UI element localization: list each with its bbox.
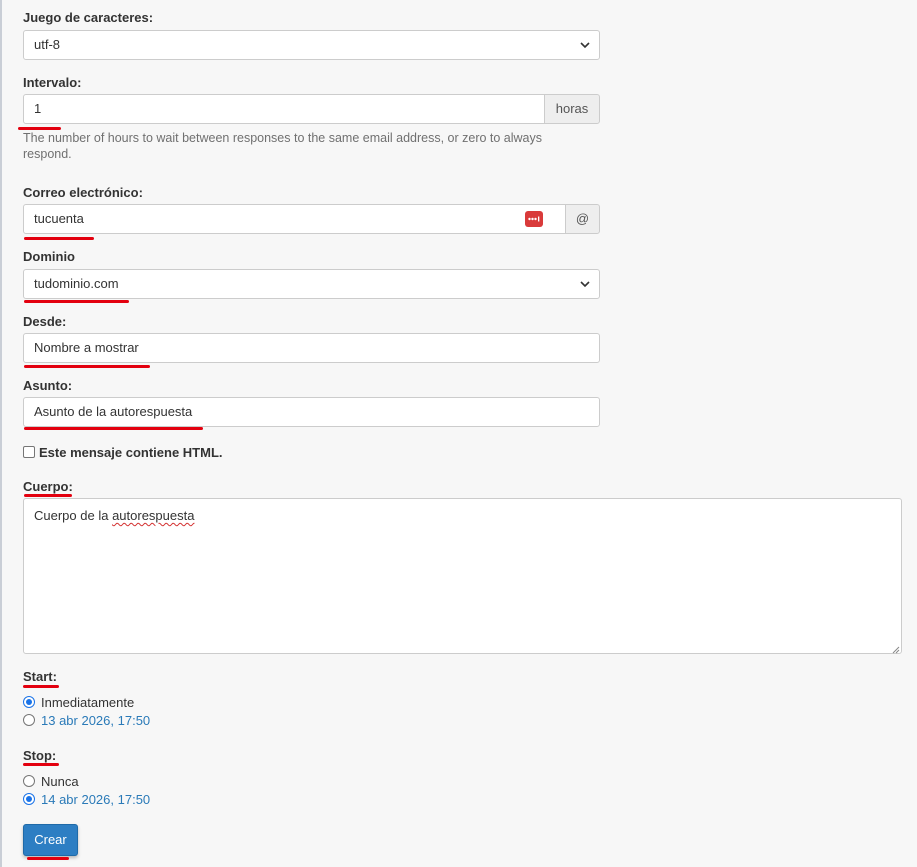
radio-button[interactable]: [23, 793, 35, 805]
annotation-underline: [23, 685, 59, 688]
start-label: Start:: [23, 669, 57, 684]
annotation-underline: [27, 857, 69, 860]
html-checkbox[interactable]: [23, 446, 35, 458]
annotation-underline: [24, 494, 72, 497]
from-value: Nombre a mostrar: [34, 340, 139, 355]
charset-label: Juego de caracteres:: [23, 10, 154, 25]
chevron-down-icon: [579, 31, 591, 59]
subject-input[interactable]: Asunto de la autorespuesta: [23, 397, 600, 427]
stop-option-date[interactable]: 14 abr 2026, 17:50: [23, 791, 150, 807]
domain-value: tudominio.com: [34, 276, 119, 291]
email-input[interactable]: tucuenta: [23, 204, 566, 234]
radio-button[interactable]: [23, 696, 35, 708]
annotation-underline: [24, 237, 94, 240]
stop-option-label: 14 abr 2026, 17:50: [41, 791, 151, 807]
left-border: [0, 0, 2, 867]
body-text-prefix: Cuerpo de la: [34, 508, 113, 523]
from-input[interactable]: Nombre a mostrar: [23, 333, 600, 363]
radio-button[interactable]: [23, 714, 35, 726]
body-label: Cuerpo:: [23, 479, 73, 494]
annotation-underline: [24, 427, 203, 430]
charset-select[interactable]: utf-8: [23, 30, 600, 60]
start-option-label: 13 abr 2026, 17:50: [41, 712, 151, 728]
subject-label: Asunto:: [23, 378, 73, 393]
from-label: Desde:: [23, 314, 67, 329]
start-option-immediately[interactable]: Inmediatamente: [23, 694, 134, 710]
chevron-down-icon: [579, 270, 591, 298]
radio-button[interactable]: [23, 775, 35, 787]
email-at-addon: @: [565, 204, 600, 234]
interval-help-text: The number of hours to wait between resp…: [23, 131, 543, 161]
password-manager-icon[interactable]: [525, 211, 543, 227]
subject-value: Asunto de la autorespuesta: [34, 404, 193, 419]
start-option-date[interactable]: 13 abr 2026, 17:50: [23, 712, 150, 728]
interval-unit-addon: horas: [544, 94, 600, 124]
annotation-underline: [24, 300, 129, 303]
annotation-underline: [23, 763, 59, 766]
stop-label: Stop:: [23, 748, 57, 763]
annotation-underline: [24, 365, 150, 368]
interval-label: Intervalo:: [23, 75, 82, 90]
interval-input[interactable]: 1: [23, 94, 545, 124]
html-checkbox-label: Este mensaje contiene HTML.: [39, 444, 223, 460]
stop-option-label: Nunca: [41, 773, 79, 789]
interval-value: 1: [34, 101, 42, 116]
start-option-label: Inmediatamente: [41, 694, 135, 710]
body-textarea[interactable]: Cuerpo de la autorespuesta: [23, 498, 902, 654]
html-checkbox-row[interactable]: Este mensaje contiene HTML.: [23, 444, 223, 460]
email-label: Correo electrónico:: [23, 185, 143, 200]
resize-handle-icon[interactable]: [890, 642, 900, 654]
charset-value: utf-8: [34, 37, 61, 52]
body-text-misspelled: autorespuesta: [112, 508, 195, 523]
domain-label: Dominio: [23, 249, 75, 264]
email-value: tucuenta: [34, 211, 84, 226]
stop-option-never[interactable]: Nunca: [23, 773, 79, 789]
domain-select[interactable]: tudominio.com: [23, 269, 600, 299]
create-button[interactable]: Crear: [23, 824, 78, 856]
